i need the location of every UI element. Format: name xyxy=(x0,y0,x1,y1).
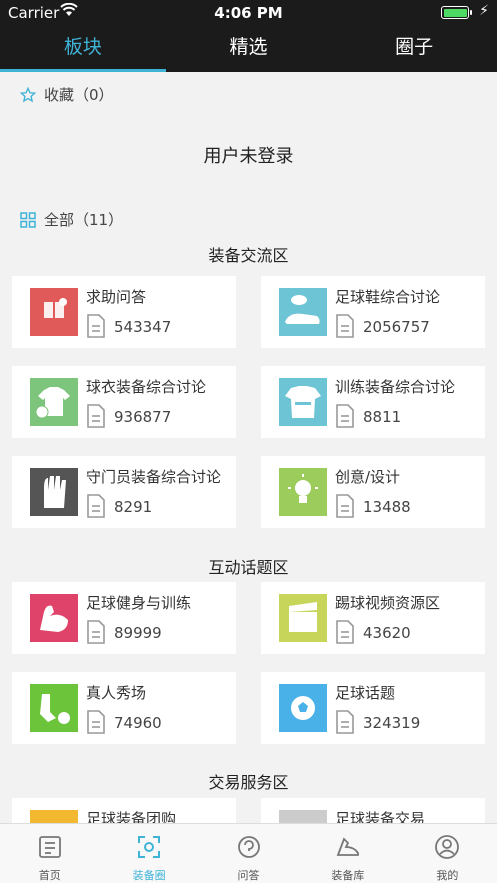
all-row[interactable]: 全部 （11） xyxy=(20,209,123,230)
board-card-jersey[interactable]: 球衣装备综合讨论 936877 xyxy=(12,366,236,438)
clapperboard-icon xyxy=(279,594,327,642)
post-count-icon xyxy=(336,710,354,734)
nav-profile[interactable]: 我的 xyxy=(398,824,497,883)
all-count: （11） xyxy=(74,211,124,229)
clock: 4:06 PM xyxy=(214,4,283,22)
gear-circle-icon xyxy=(138,836,161,858)
muscle-arm-icon xyxy=(30,594,78,642)
all-label: 全部 xyxy=(44,211,75,229)
post-count: 324319 xyxy=(363,714,421,732)
battery-icon xyxy=(441,6,472,19)
board-card-training[interactable]: 训练装备综合讨论 8811 xyxy=(261,366,485,438)
board-card-help[interactable]: 求助问答 543347 xyxy=(12,276,236,348)
board-card-video[interactable]: 踢球视频资源区 43620 xyxy=(261,582,485,654)
bottom-nav: 首页 装备圈 问答 装备库 我的 xyxy=(0,823,497,883)
board-title: 训练装备综合讨论 xyxy=(335,378,456,396)
football-icon xyxy=(279,684,327,732)
board-title: 踢球视频资源区 xyxy=(335,594,441,612)
post-count-icon xyxy=(87,404,105,428)
nav-library[interactable]: 装备库 xyxy=(298,824,397,883)
board-card-show[interactable]: 真人秀场 74960 xyxy=(12,672,236,744)
board-title: 创意/设计 xyxy=(335,468,401,486)
post-count: 2056757 xyxy=(363,318,430,336)
board-title: 球衣装备综合讨论 xyxy=(86,378,207,396)
tab-featured[interactable]: 精选 xyxy=(166,26,332,72)
post-count-icon xyxy=(87,620,105,644)
board-title: 足球话题 xyxy=(335,684,396,702)
goalkeeper-glove-icon xyxy=(30,468,78,516)
status-bar: Carrier 4:06 PM ⚡ xyxy=(0,0,497,26)
help-book-icon xyxy=(30,288,78,336)
board-title: 求助问答 xyxy=(86,288,147,306)
post-count: 74960 xyxy=(114,714,162,732)
post-count: 43620 xyxy=(363,624,411,642)
post-count-icon xyxy=(336,494,354,518)
nav-qa[interactable]: 问答 xyxy=(199,824,298,883)
post-count-icon xyxy=(336,404,354,428)
board-title: 守门员装备综合讨论 xyxy=(86,468,222,486)
top-bar: Carrier 4:06 PM ⚡ 板块 精选 圈子 xyxy=(0,0,497,72)
profile-icon xyxy=(435,835,460,859)
post-count: 936877 xyxy=(114,408,172,426)
post-count: 543347 xyxy=(114,318,172,336)
section-title-interactive: 互动话题区 xyxy=(208,558,289,577)
top-tabs: 板块 精选 圈子 xyxy=(0,26,497,72)
kick-ball-icon xyxy=(30,684,78,732)
boots-icon xyxy=(279,288,327,336)
post-count-icon xyxy=(87,494,105,518)
post-count: 8291 xyxy=(114,498,153,516)
nav-home[interactable]: 首页 xyxy=(0,824,99,883)
post-count-icon xyxy=(87,314,105,338)
post-count: 13488 xyxy=(363,498,411,516)
post-count-icon xyxy=(87,710,105,734)
board-card-topics[interactable]: 足球话题 324319 xyxy=(261,672,485,744)
home-icon xyxy=(38,836,61,858)
post-count-icon xyxy=(336,314,354,338)
section-title-trade: 交易服务区 xyxy=(208,773,289,792)
section-title-equipment: 装备交流区 xyxy=(208,246,289,265)
jersey-icon xyxy=(30,378,78,426)
favorites-count: （0） xyxy=(74,86,114,104)
nav-gear-circle[interactable]: 装备圈 xyxy=(99,824,198,883)
qa-icon xyxy=(237,836,260,858)
lightbulb-icon xyxy=(279,468,327,516)
board-card-fitness[interactable]: 足球健身与训练 89999 xyxy=(12,582,236,654)
training-shirt-icon xyxy=(279,378,327,426)
board-card-creative[interactable]: 创意/设计 13488 xyxy=(261,456,485,528)
board-card-boots[interactable]: 足球鞋综合讨论 2056757 xyxy=(261,276,485,348)
grid-icon xyxy=(20,211,36,228)
star-icon xyxy=(20,86,36,102)
charging-icon: ⚡ xyxy=(479,3,489,19)
board-title: 足球健身与训练 xyxy=(86,594,192,612)
login-notice[interactable]: 用户未登录 xyxy=(0,142,497,168)
shoe-icon xyxy=(336,837,359,856)
board-title: 足球鞋综合讨论 xyxy=(335,288,441,306)
tab-boards[interactable]: 板块 xyxy=(0,26,166,72)
post-count: 8811 xyxy=(363,408,402,426)
post-count-icon xyxy=(336,620,354,644)
favorites-row[interactable]: 收藏 （0） xyxy=(20,84,114,105)
post-count: 89999 xyxy=(114,624,162,642)
board-title: 真人秀场 xyxy=(86,684,147,702)
board-card-goalkeeper[interactable]: 守门员装备综合讨论 8291 xyxy=(12,456,236,528)
tab-circles[interactable]: 圈子 xyxy=(331,26,497,72)
favorites-label: 收藏 xyxy=(44,86,75,104)
